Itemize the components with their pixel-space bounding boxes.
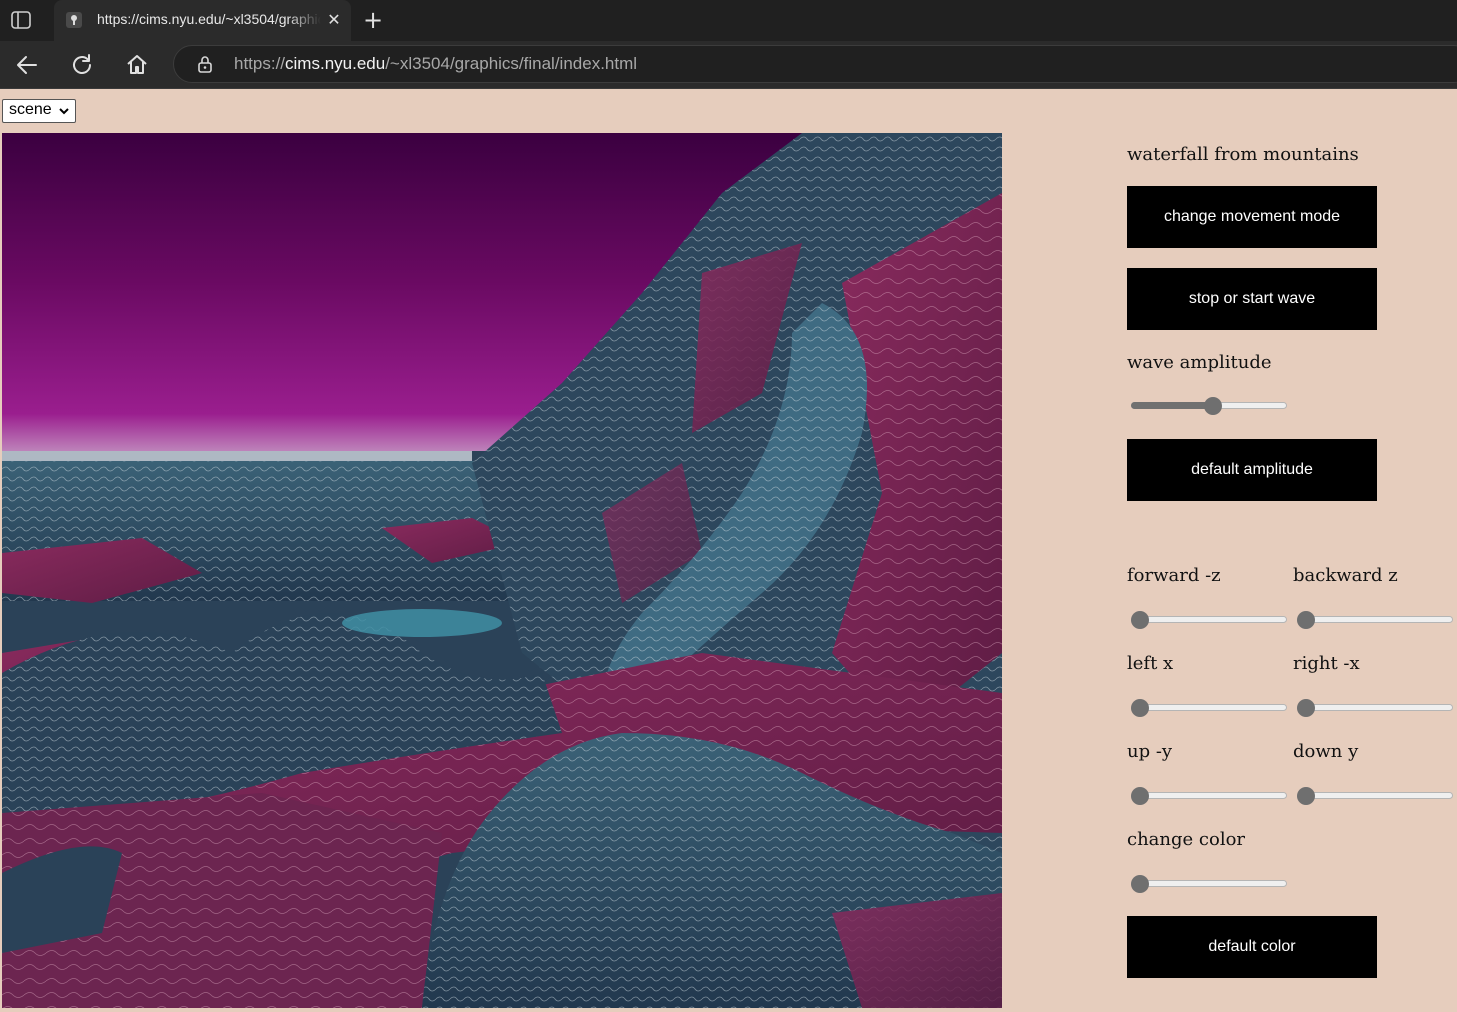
chevron-down-icon — [58, 104, 70, 116]
change-color-slider[interactable] — [1127, 874, 1287, 894]
default-amplitude-button[interactable]: default amplitude — [1127, 439, 1377, 501]
close-tab-icon[interactable]: ✕ — [324, 10, 344, 30]
scene-select[interactable]: scene — [2, 99, 76, 123]
slider-thumb[interactable] — [1297, 699, 1315, 717]
slider-track — [1131, 792, 1287, 799]
browser-tab-bar: https://cims.nyu.edu/~xl3504/graphics/fi… — [0, 0, 1457, 41]
browser-toolbar: https://cims.nyu.edu/~xl3504/graphics/fi… — [0, 41, 1457, 89]
slider-track — [1131, 616, 1287, 623]
slider-thumb[interactable] — [1131, 611, 1149, 629]
right-slider[interactable] — [1293, 698, 1453, 718]
slider-track — [1131, 704, 1287, 711]
scene-title: waterfall from mountains — [1127, 144, 1359, 165]
change-color-label: change color — [1127, 829, 1246, 850]
tab-actions-icon[interactable] — [10, 10, 32, 30]
slider-track — [1297, 704, 1453, 711]
change-movement-mode-button[interactable]: change movement mode — [1127, 186, 1377, 248]
slider-thumb[interactable] — [1131, 875, 1149, 893]
slider-thumb[interactable] — [1131, 787, 1149, 805]
stop-start-wave-button[interactable]: stop or start wave — [1127, 268, 1377, 330]
home-icon[interactable] — [123, 51, 151, 79]
left-slider[interactable] — [1127, 698, 1287, 718]
down-slider[interactable] — [1293, 786, 1453, 806]
default-color-button[interactable]: default color — [1127, 916, 1377, 978]
slider-thumb[interactable] — [1297, 611, 1315, 629]
backward-slider[interactable] — [1293, 610, 1453, 630]
slider-fill — [1131, 402, 1213, 409]
new-tab-icon[interactable]: + — [360, 8, 386, 32]
up-slider[interactable] — [1127, 786, 1287, 806]
slider-thumb[interactable] — [1131, 699, 1149, 717]
left-label: left x — [1127, 653, 1174, 674]
right-label: right -x — [1293, 653, 1360, 674]
slider-thumb[interactable] — [1297, 787, 1315, 805]
back-icon[interactable] — [13, 51, 41, 79]
wave-amplitude-label: wave amplitude — [1127, 352, 1272, 373]
favicon-icon — [66, 12, 82, 28]
wave-amplitude-slider[interactable] — [1127, 396, 1287, 416]
lock-icon[interactable] — [196, 55, 214, 73]
up-label: up -y — [1127, 741, 1173, 762]
url-text[interactable]: https://cims.nyu.edu/~xl3504/graphics/fi… — [234, 54, 637, 74]
address-bar[interactable]: https://cims.nyu.edu/~xl3504/graphics/fi… — [173, 45, 1457, 83]
render-canvas[interactable] — [2, 133, 1002, 1008]
forward-label: forward -z — [1127, 565, 1221, 586]
slider-thumb[interactable] — [1203, 397, 1222, 415]
reload-icon[interactable] — [68, 51, 96, 79]
backward-label: backward z — [1293, 565, 1398, 586]
slider-track — [1297, 616, 1453, 623]
down-label: down y — [1293, 741, 1359, 762]
slider-track — [1131, 880, 1287, 887]
browser-tab-active[interactable]: https://cims.nyu.edu/~xl3504/graphics/fi… — [54, 0, 351, 41]
tab-title: https://cims.nyu.edu/~xl3504/graphics/fi… — [97, 11, 321, 27]
scene-select-value: scene — [9, 101, 52, 118]
forward-slider[interactable] — [1127, 610, 1287, 630]
slider-track — [1297, 792, 1453, 799]
